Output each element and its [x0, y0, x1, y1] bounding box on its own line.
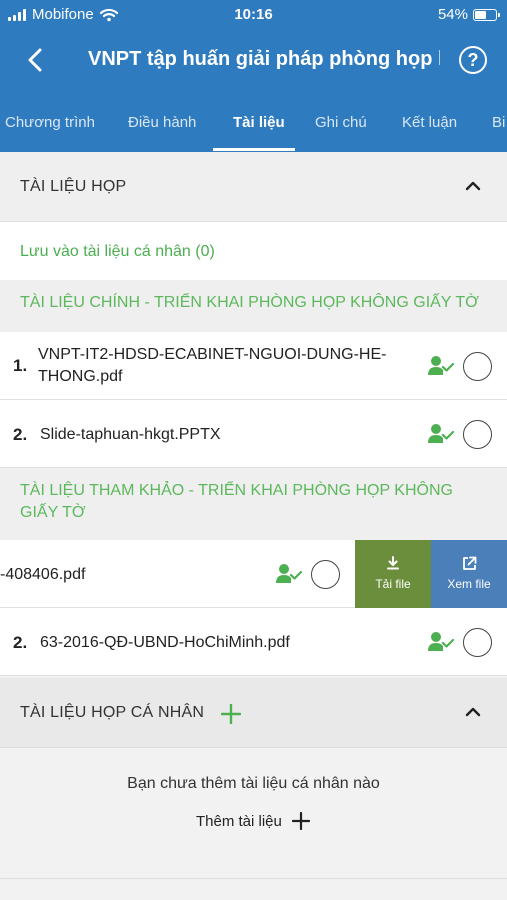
personal-docs-title: TÀI LIỆU HỌP CÁ NHÂN: [20, 704, 205, 721]
tab-chuong-trinh[interactable]: Chương trình: [5, 114, 95, 131]
open-external-icon: [462, 556, 476, 570]
tab-ghi-chu[interactable]: Ghi chú: [315, 114, 367, 131]
chevron-up-icon[interactable]: [465, 180, 481, 192]
select-radio[interactable]: [311, 560, 340, 589]
help-button[interactable]: ?: [459, 46, 487, 74]
add-document-label: Thêm tài liệu: [196, 812, 282, 830]
main-docs-group-title: TÀI LIỆU CHÍNH - TRIỂN KHAI PHÒNG HỌP KH…: [0, 280, 507, 332]
list-item[interactable]: 1. VNPT-IT2-HDSD-ECABINET-NGUOI-DUNG-HE-…: [0, 332, 507, 400]
select-radio[interactable]: [463, 420, 492, 449]
user-check-icon: [428, 356, 454, 375]
list-item[interactable]: 2. 63-2016-QĐ-UBND-HoChiMinh.pdf: [0, 608, 507, 676]
select-radio[interactable]: [463, 628, 492, 657]
ref-docs-group-title: TÀI LIỆU THAM KHẢO - TRIỂN KHAI PHÒNG HỌ…: [0, 468, 507, 540]
battery-icon: [473, 8, 500, 21]
plus-icon: [291, 812, 310, 830]
doc-number: 1.: [13, 356, 28, 375]
save-personal-link[interactable]: Lưu vào tài liệu cá nhân (0): [20, 243, 215, 261]
divider: [0, 878, 507, 879]
battery-info: 54%: [437, 6, 500, 23]
download-file-button[interactable]: Tải file: [355, 540, 431, 608]
save-personal-row: Lưu vào tài liệu cá nhân (0): [0, 222, 507, 280]
back-button[interactable]: [20, 42, 50, 78]
download-label: Tải file: [375, 577, 411, 591]
back-chevron-icon: [28, 48, 42, 72]
download-icon: [387, 556, 399, 570]
tab-bar: Chương trình Điều hành Tài liệu Ghi chú …: [0, 108, 507, 152]
doc-name[interactable]: 63-2016-QĐ-UBND-HoChiMinh.pdf: [40, 632, 290, 654]
battery-percent: 54%: [437, 6, 468, 23]
tab-tai-lieu[interactable]: Tài liệu: [233, 114, 285, 131]
tab-bi[interactable]: Bi: [492, 114, 505, 131]
personal-docs-body: Bạn chưa thêm tài liệu cá nhân nào Thêm …: [0, 748, 507, 878]
active-tab-indicator: [213, 148, 295, 151]
doc-name[interactable]: -408406.pdf: [0, 564, 85, 586]
meeting-docs-title: TÀI LIỆU HỌP: [20, 178, 127, 195]
meeting-docs-header[interactable]: TÀI LIỆU HỌP: [0, 152, 507, 222]
chevron-up-icon[interactable]: [465, 706, 481, 718]
list-item[interactable]: 2. Slide-taphuan-hkgt.PPTX: [0, 400, 507, 468]
doc-number: 2.: [13, 633, 28, 652]
doc-number: 2.: [13, 425, 28, 444]
view-file-button[interactable]: Xem file: [431, 540, 507, 608]
add-document-button[interactable]: Thêm tài liệu: [196, 812, 310, 830]
empty-state-text: Bạn chưa thêm tài liệu cá nhân nào: [127, 775, 380, 792]
select-radio[interactable]: [463, 352, 492, 381]
user-check-icon: [276, 564, 302, 583]
doc-name[interactable]: Slide-taphuan-hkgt.PPTX: [40, 424, 221, 446]
tab-dieu-hanh[interactable]: Điều hành: [128, 114, 196, 131]
user-check-icon: [428, 424, 454, 443]
list-item-swiped[interactable]: -408406.pdf: [0, 540, 355, 608]
personal-docs-header[interactable]: TÀI LIỆU HỌP CÁ NHÂN: [0, 678, 507, 748]
status-bar: Mobifone 10:16 54%: [0, 0, 507, 28]
view-label: Xem file: [447, 577, 491, 591]
status-time: 10:16: [234, 6, 273, 23]
doc-name[interactable]: VNPT-IT2-HDSD-ECABINET-NGUOI-DUNG-HE-THO…: [38, 344, 413, 388]
plus-icon[interactable]: [221, 704, 241, 724]
page-title: VNPT tập huấn giải pháp phòng họp kh: [88, 48, 440, 70]
app-header: Mobifone 10:16 54% VNPT tập huấn giải ph…: [0, 0, 507, 152]
tab-ket-luan[interactable]: Kết luận: [402, 114, 457, 131]
help-icon: ?: [467, 49, 479, 70]
user-check-icon: [428, 632, 454, 651]
